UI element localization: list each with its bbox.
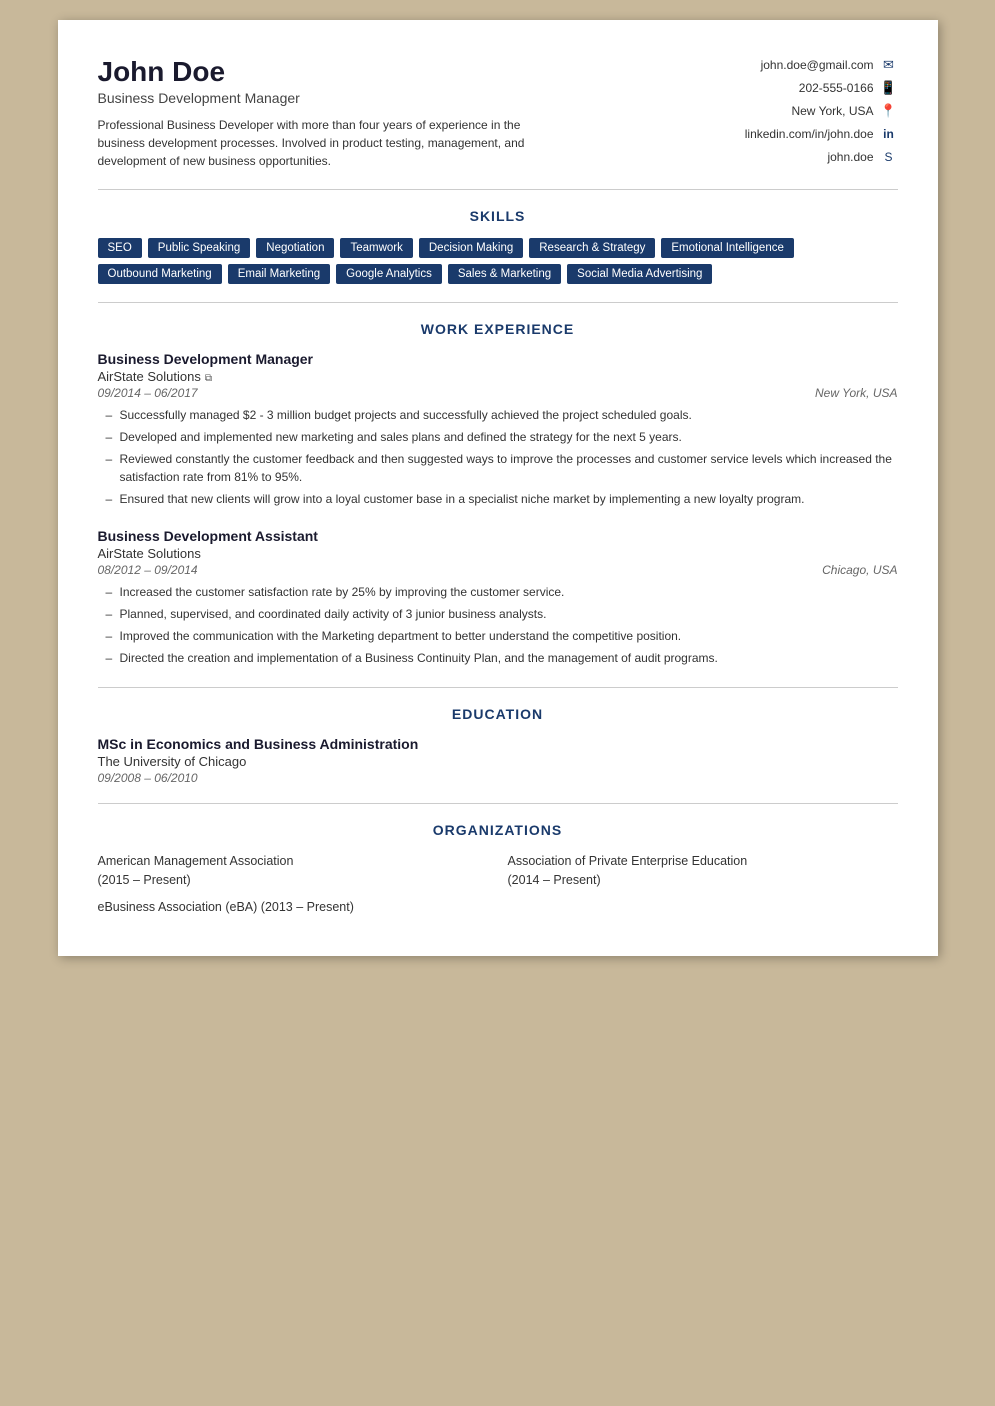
job-bullet-item: Developed and implemented new marketing … (106, 428, 898, 446)
location-text: New York, USA (791, 104, 873, 118)
candidate-summary: Professional Business Developer with mor… (98, 116, 558, 170)
job-bullet-list: Increased the customer satisfaction rate… (98, 583, 898, 667)
skill-tag: Social Media Advertising (567, 264, 712, 284)
skill-tag: Email Marketing (228, 264, 330, 284)
header-left: John Doe Business Development Manager Pr… (98, 56, 678, 170)
phone-icon: 📱 (880, 79, 898, 97)
education-section-title: EDUCATION (98, 706, 898, 722)
education-entries: MSc in Economics and Business Administra… (98, 736, 898, 785)
skill-tag: Teamwork (340, 238, 412, 258)
job-bullet-item: Improved the communication with the Mark… (106, 627, 898, 645)
resume-document: John Doe Business Development Manager Pr… (58, 20, 938, 956)
job-bullet-item: Reviewed constantly the customer feedbac… (106, 450, 898, 486)
location-contact: New York, USA 📍 (678, 102, 898, 120)
skill-tag: Decision Making (419, 238, 523, 258)
linkedin-text: linkedin.com/in/john.doe (745, 127, 874, 141)
orgs-section-title: ORGANIZATIONS (98, 822, 898, 838)
phone-contact: 202-555-0166 📱 (678, 79, 898, 97)
edu-school: The University of Chicago (98, 754, 898, 769)
job-dates: 08/2012 – 09/2014 (98, 563, 198, 577)
skills-section-title: SKILLS (98, 208, 898, 224)
edu-dates: 09/2008 – 06/2010 (98, 771, 898, 785)
job-bullet-item: Planned, supervised, and coordinated dai… (106, 605, 898, 623)
skill-tag: SEO (98, 238, 142, 258)
job-entry: Business Development Manager AirState Sol… (98, 351, 898, 508)
edu-degree: MSc in Economics and Business Administra… (98, 736, 898, 752)
email-text: john.doe@gmail.com (761, 58, 874, 72)
contact-info: john.doe@gmail.com ✉ 202-555-0166 📱 New … (678, 56, 898, 171)
linkedin-icon: in (880, 125, 898, 143)
skype-contact: john.doe S (678, 148, 898, 166)
skill-tag: Outbound Marketing (98, 264, 222, 284)
job-company: AirState Solutions (98, 546, 898, 561)
work-divider (98, 687, 898, 688)
job-company: AirState Solutions⧉ (98, 369, 898, 384)
job-title: Business Development Manager (98, 351, 314, 367)
header-divider (98, 189, 898, 190)
skype-icon: S (880, 148, 898, 166)
skill-tag: Public Speaking (148, 238, 250, 258)
work-entries: Business Development Manager AirState Sol… (98, 351, 898, 667)
job-bullet-item: Ensured that new clients will grow into … (106, 490, 898, 508)
skill-tag: Emotional Intelligence (661, 238, 794, 258)
organization-item: Association of Private Enterprise Educat… (508, 852, 898, 890)
skills-divider (98, 302, 898, 303)
skill-tag: Research & Strategy (529, 238, 655, 258)
header-section: John Doe Business Development Manager Pr… (98, 56, 898, 171)
job-entry: Business Development Assistant AirState S… (98, 528, 898, 667)
edu-divider (98, 803, 898, 804)
skill-tag: Sales & Marketing (448, 264, 561, 284)
job-title: Business Development Assistant (98, 528, 318, 544)
job-bullet-item: Successfully managed $2 - 3 million budg… (106, 406, 898, 424)
skills-container: SEO Public Speaking Negotiation Teamwork Dec… (98, 238, 898, 284)
linkedin-contact: linkedin.com/in/john.doe in (678, 125, 898, 143)
work-section-title: WORK EXPERIENCE (98, 321, 898, 337)
external-link-icon: ⧉ (205, 373, 212, 384)
skill-tag: Google Analytics (336, 264, 442, 284)
job-bullet-item: Directed the creation and implementation… (106, 649, 898, 667)
candidate-title: Business Development Manager (98, 90, 678, 106)
email-contact: john.doe@gmail.com ✉ (678, 56, 898, 74)
education-entry: MSc in Economics and Business Administra… (98, 736, 898, 785)
skill-tag: Negotiation (256, 238, 334, 258)
job-location: New York, USA (815, 386, 897, 400)
email-icon: ✉ (880, 56, 898, 74)
job-location: Chicago, USA (822, 563, 897, 577)
job-bullet-item: Increased the customer satisfaction rate… (106, 583, 898, 601)
skype-text: john.doe (827, 150, 873, 164)
job-bullet-list: Successfully managed $2 - 3 million budg… (98, 406, 898, 508)
organizations-grid: American Management Association (2015 – … (98, 852, 898, 890)
candidate-name: John Doe (98, 56, 678, 88)
job-dates: 09/2014 – 06/2017 (98, 386, 198, 400)
location-icon: 📍 (880, 102, 898, 120)
phone-text: 202-555-0166 (799, 81, 874, 95)
organization-single: eBusiness Association (eBA) (2013 – Pres… (98, 898, 898, 917)
organization-item: American Management Association (2015 – … (98, 852, 488, 890)
